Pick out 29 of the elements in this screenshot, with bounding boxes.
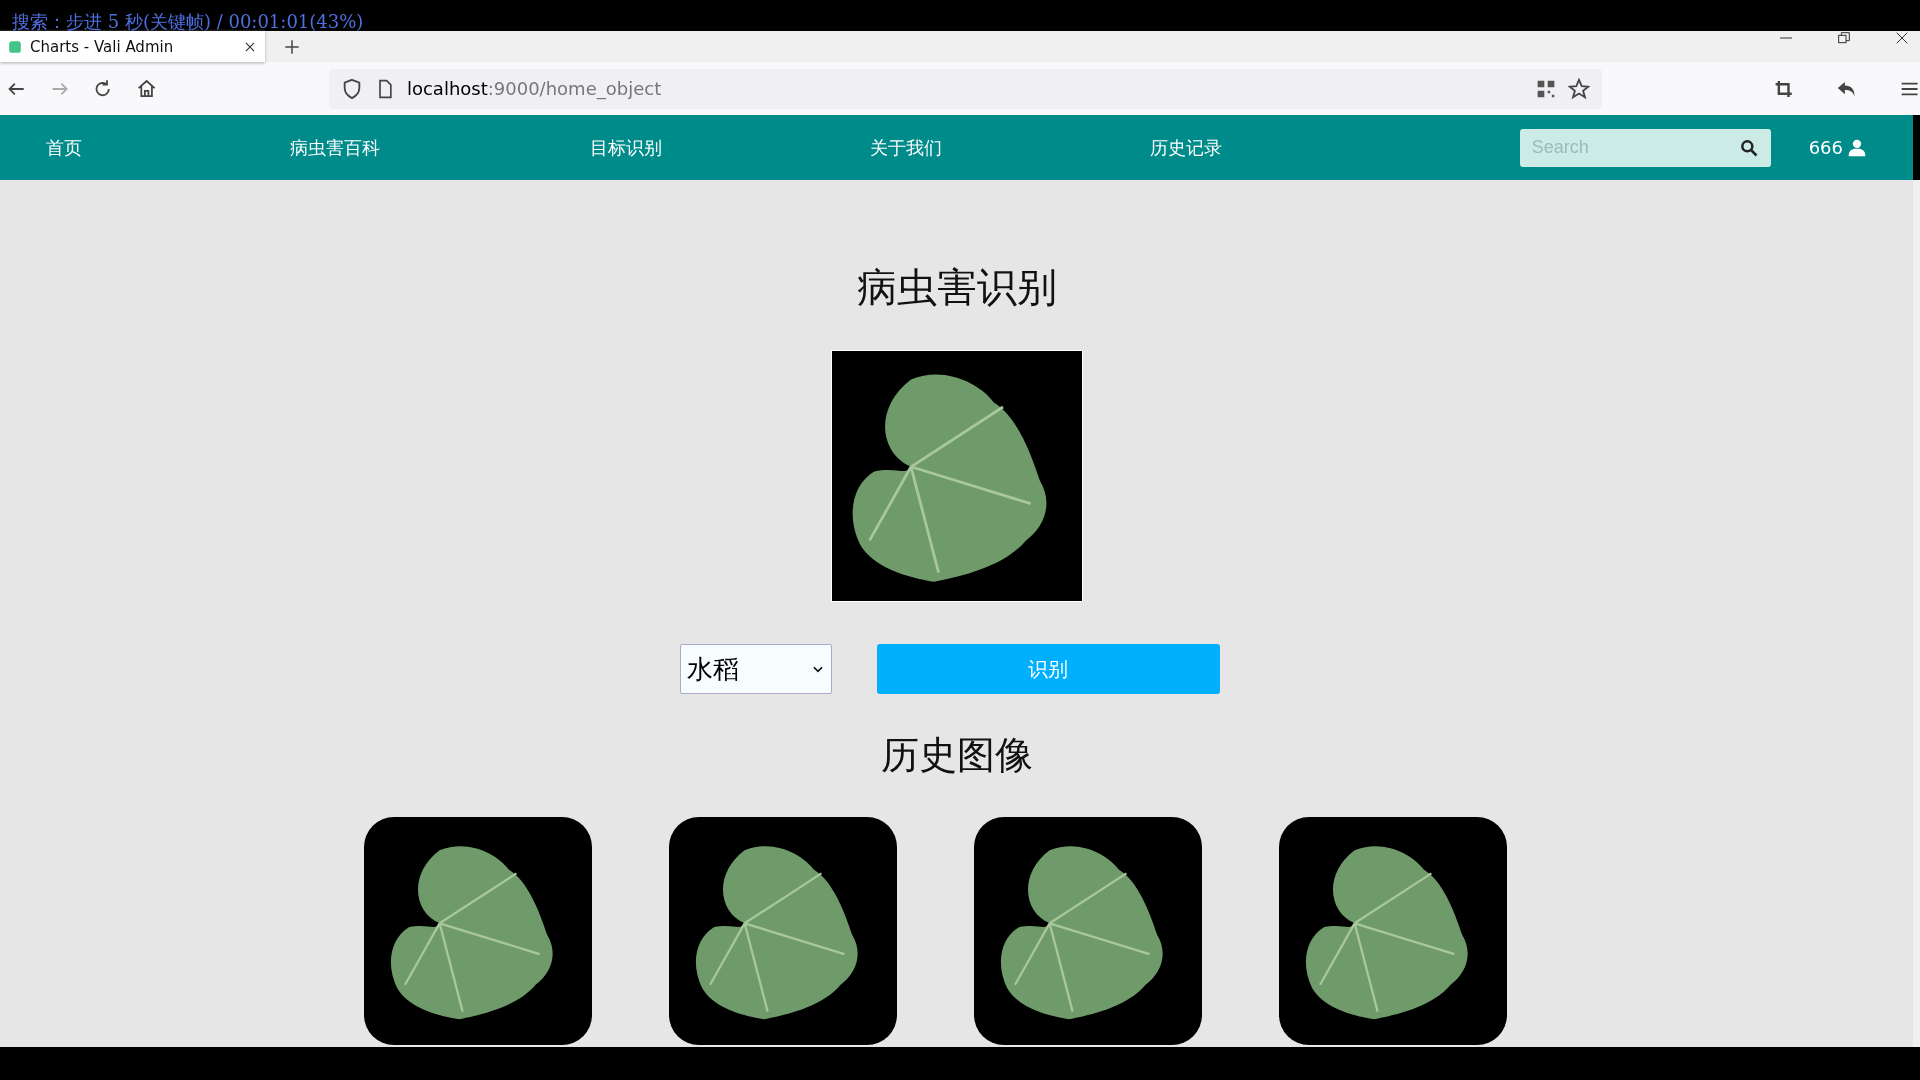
nav-link[interactable]: 病虫害百科 [290,136,380,158]
qr-code-icon[interactable] [1536,78,1557,99]
page-title: 病虫害识别 [856,263,1057,312]
tab-favicon-icon [8,39,22,54]
new-tab-icon[interactable] [283,38,301,56]
address-bar[interactable]: localhost:9000/home_object [328,68,1603,109]
home-icon[interactable] [135,77,157,100]
user-icon[interactable] [1847,137,1867,158]
leaf-thumbnail-photo[interactable] [1279,817,1507,1045]
search-icon[interactable] [1738,137,1759,158]
close-window-icon[interactable] [1894,30,1910,46]
crop-select[interactable]: 水稻 [679,644,832,694]
leaf-thumbnail-photo[interactable] [974,817,1202,1045]
nav-link[interactable]: 首页 [46,136,82,158]
tab-title: Charts - Vali Admin [30,37,175,56]
crop-icon[interactable] [1774,78,1794,99]
recognize-button[interactable]: 识别 [876,644,1220,694]
section-title: 历史图像 [880,732,1033,779]
restore-icon[interactable] [1836,30,1852,46]
nav-link[interactable]: 关于我们 [870,136,942,158]
bookmark-star-icon[interactable] [1568,77,1591,100]
leaf-thumbnail-photo[interactable] [364,817,592,1045]
nav-link[interactable]: 历史记录 [1150,136,1222,158]
browser-tab[interactable]: Charts - Vali Admin [0,31,265,62]
url-text: localhost:9000/home_object [406,78,663,99]
user-name[interactable]: 666 [1808,137,1843,158]
player-overlay-text: 搜索：步进 5 秒(关键帧) / 00:01:01(43%) [12,10,364,34]
nav-link[interactable]: 目标识别 [590,136,662,158]
leaf-thumbnail-photo[interactable] [669,817,897,1045]
